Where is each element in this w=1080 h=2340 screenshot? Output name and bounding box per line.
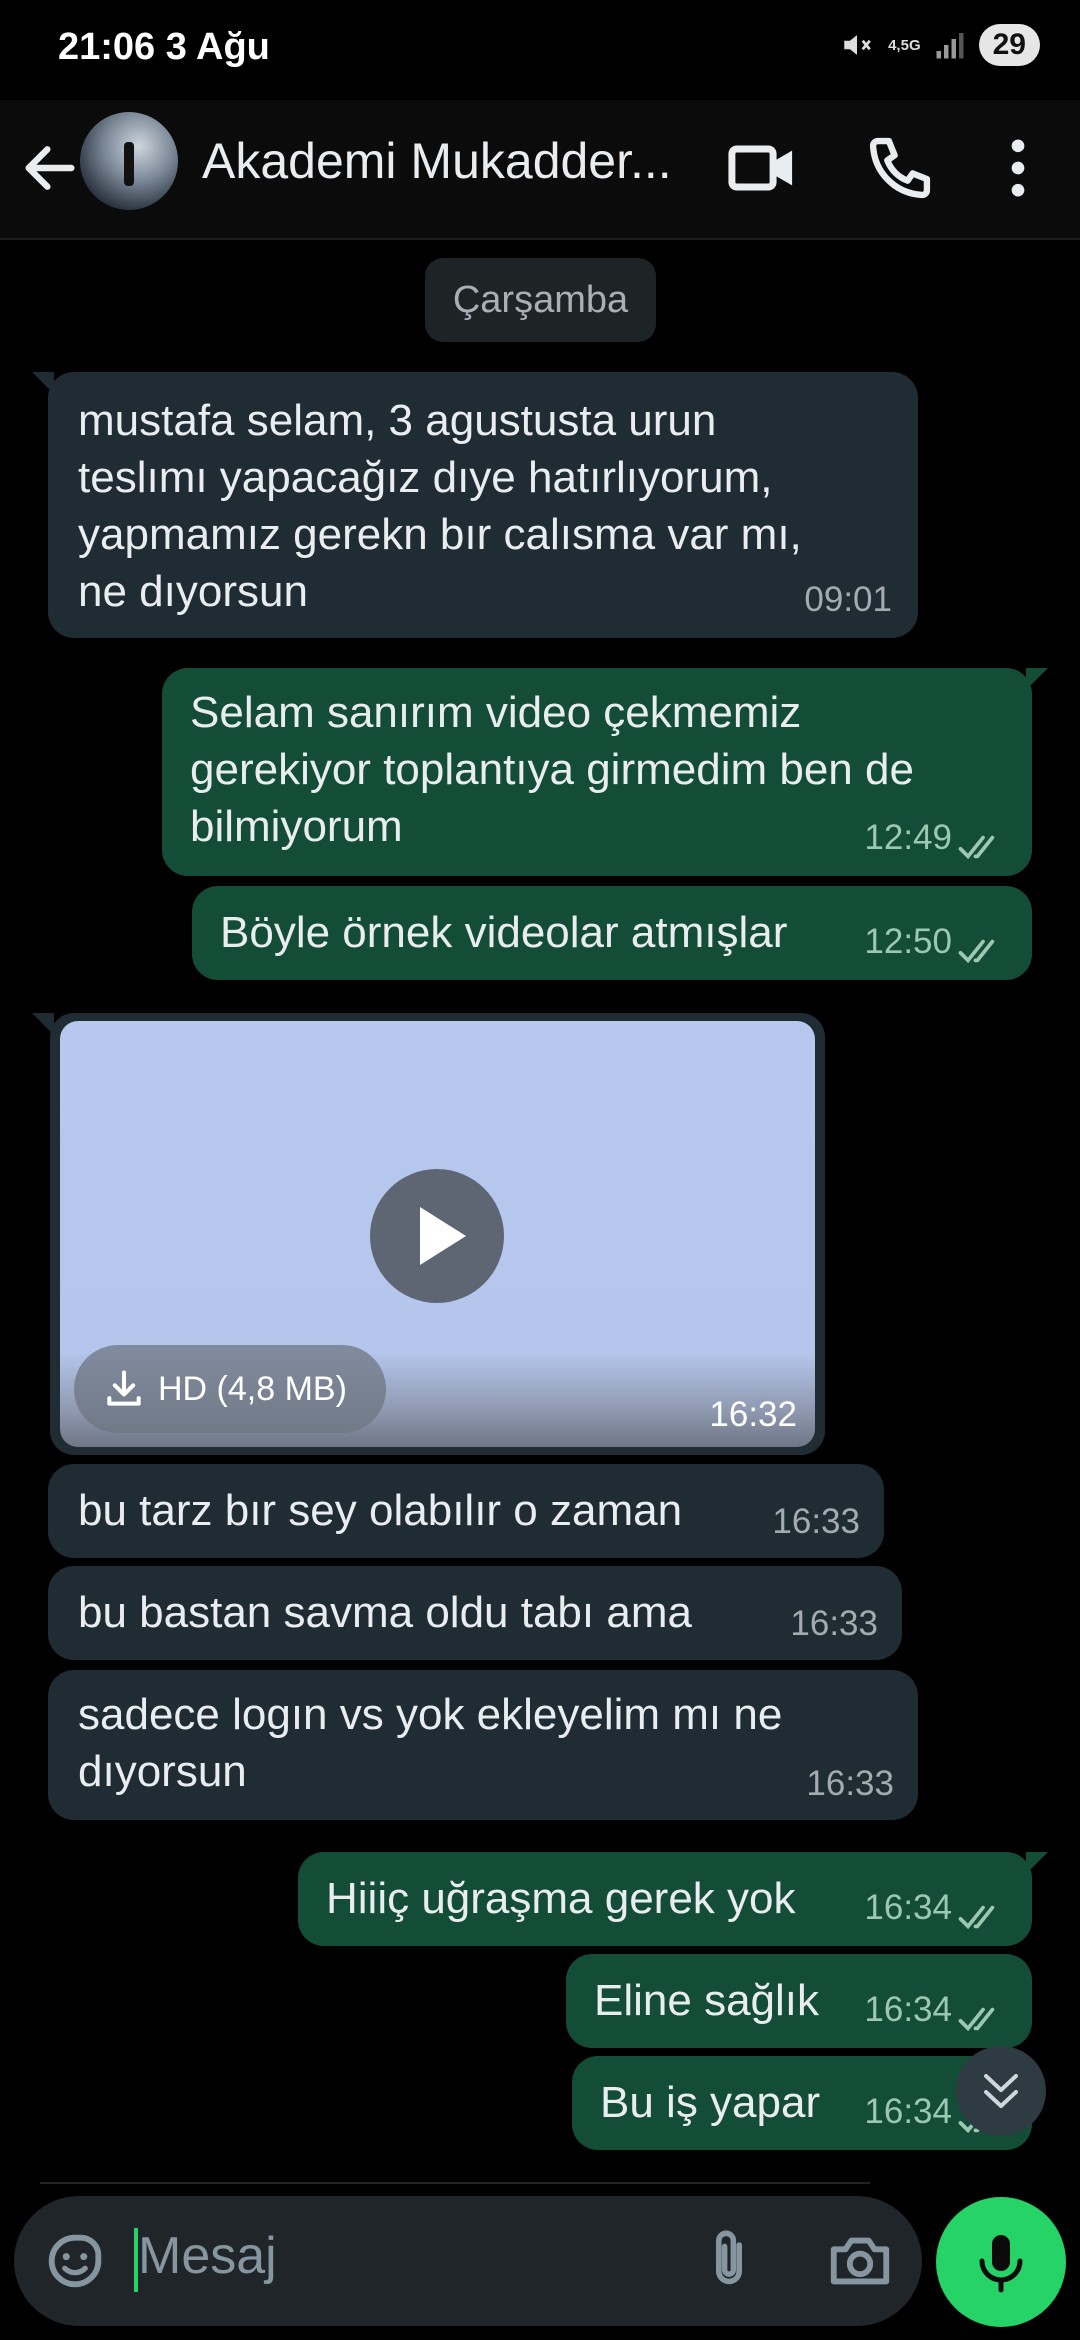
avatar[interactable] <box>80 112 178 210</box>
back-arrow-icon[interactable] <box>18 136 82 200</box>
download-icon <box>107 1370 141 1406</box>
message-input[interactable]: Mesaj <box>138 2226 277 2286</box>
message-time: 16:34 <box>864 1888 952 1927</box>
download-button[interactable]: HD (4,8 MB) <box>74 1345 386 1433</box>
message-time: 16:33 <box>790 1604 878 1643</box>
message-time: 12:49 <box>864 818 952 857</box>
network-type: 4,5G <box>888 36 921 54</box>
signal-icon <box>936 33 964 59</box>
message-text: Böyle örnek videolar atmışlar <box>220 908 788 957</box>
date-separator: Çarşamba <box>425 258 656 342</box>
video-thumbnail[interactable]: HD (4,8 MB) 16:32 <box>60 1021 815 1447</box>
message-composer: Mesaj <box>14 2196 922 2326</box>
sticker-icon[interactable] <box>40 2226 110 2296</box>
message-text: bu bastan savma oldu tabı ama <box>78 1588 692 1637</box>
play-icon <box>420 1207 466 1265</box>
message-time: 16:33 <box>772 1502 860 1541</box>
message-text: Bu iş yapar <box>600 2078 821 2127</box>
message-incoming-video[interactable]: HD (4,8 MB) 16:32 <box>32 1013 825 1455</box>
status-icons: 4,5G 29 <box>840 24 1040 66</box>
scroll-to-bottom-button[interactable] <box>956 2046 1046 2136</box>
status-time: 21:06 3 Ağu <box>58 26 270 68</box>
message-outgoing[interactable]: Eline sağlık 16:34 <box>566 1954 1032 2048</box>
message-incoming[interactable]: bu tarz bır sey olabılır o zaman 16:33 <box>48 1464 884 1558</box>
attach-icon[interactable] <box>694 2226 764 2296</box>
download-size: HD (4,8 MB) <box>158 1369 347 1408</box>
video-call-icon[interactable] <box>724 130 800 206</box>
message-time: 09:01 <box>804 580 892 619</box>
message-time: 12:50 <box>864 922 952 961</box>
more-vert-icon[interactable] <box>980 130 1056 206</box>
message-text: Eline sağlık <box>594 1976 820 2025</box>
status-bar: 21:06 3 Ağu 4,5G 29 <box>0 0 1080 100</box>
phone-icon[interactable] <box>862 130 938 206</box>
double-check-icon <box>958 1905 995 1930</box>
chat-title[interactable]: Akademi Mukadder... <box>202 132 672 190</box>
message-text: Selam sanırım video çekmemiz gerekiyor t… <box>190 688 914 851</box>
battery-level: 29 <box>978 24 1040 66</box>
message-time: 16:32 <box>709 1395 797 1434</box>
mute-icon <box>844 35 871 55</box>
mic-icon <box>979 2235 1023 2293</box>
message-text: Hiiiç uğraşma gerek yok <box>326 1874 796 1923</box>
message-incoming[interactable]: sadece logın vs yok ekleyelim mı ne dıyo… <box>48 1670 918 1820</box>
chat-header: Akademi Mukadder... <box>0 100 1080 240</box>
camera-icon[interactable] <box>822 2226 898 2296</box>
message-outgoing[interactable]: Böyle örnek videolar atmışlar 12:50 <box>192 886 1032 980</box>
double-check-icon <box>958 2007 995 2032</box>
message-text: sadece logın vs yok ekleyelim mı ne dıyo… <box>78 1690 783 1796</box>
message-time: 16:33 <box>806 1764 894 1803</box>
play-button[interactable] <box>370 1169 504 1303</box>
message-outgoing[interactable]: Hiiiç uğraşma gerek yok 16:34 <box>298 1852 1048 1946</box>
voice-message-button[interactable] <box>936 2197 1066 2327</box>
double-check-icon <box>958 939 995 964</box>
message-incoming[interactable]: mustafa selam, 3 agustusta urun teslımı … <box>32 372 918 638</box>
message-incoming[interactable]: bu bastan savma oldu tabı ama 16:33 <box>48 1566 902 1660</box>
message-time: 16:34 <box>864 1990 952 2029</box>
message-text: bu tarz bır sey olabılır o zaman <box>78 1486 683 1535</box>
chevron-double-down-icon <box>984 2074 1018 2108</box>
divider <box>40 2182 870 2184</box>
message-outgoing[interactable]: Selam sanırım video çekmemiz gerekiyor t… <box>162 668 1048 876</box>
message-text: mustafa selam, 3 agustusta urun teslımı … <box>78 396 802 616</box>
double-check-icon <box>958 835 995 860</box>
message-time: 16:34 <box>864 2092 952 2131</box>
